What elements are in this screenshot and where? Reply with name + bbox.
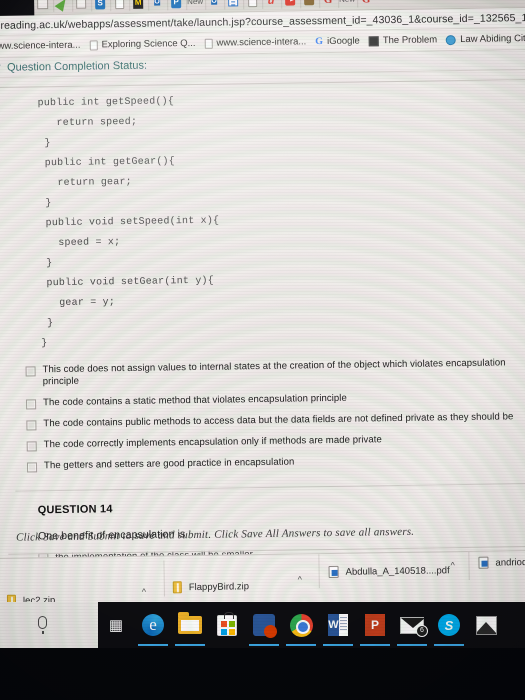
answer-option-3[interactable]: The code contains public methods to acce…	[26, 411, 525, 431]
bookmark-label: www.science-intera...	[216, 36, 307, 49]
taskbar-icons: ▦ 6	[104, 602, 498, 648]
answer-options-list: This code does not assign values to inte…	[0, 357, 525, 473]
answer-option-label: The code correctly implements encapsulat…	[43, 434, 382, 451]
answer-option-label: The getters and setters are good practic…	[43, 456, 295, 472]
answer-option-label: The code contains a static method that v…	[42, 392, 347, 409]
java-code-text: public int getSpeed(){ return speed; } p…	[37, 96, 220, 350]
cortana-mic-icon[interactable]	[38, 616, 47, 634]
pdf-icon	[328, 565, 339, 579]
new-label-2[interactable]: New	[337, 0, 356, 8]
download-filename: andriod	[495, 556, 525, 569]
mail-badge: 6	[416, 624, 428, 637]
green-pen-icon[interactable]	[53, 0, 71, 12]
answer-option-2[interactable]: The code contains a static method that v…	[26, 390, 525, 410]
blue-lines-icon[interactable]	[224, 0, 242, 10]
bookmark-science-intera-1[interactable]: www.science-intera...	[0, 40, 81, 52]
bookmark-exploring-science[interactable]: Exploring Science Q...	[89, 37, 196, 51]
download-separator	[318, 554, 320, 589]
globe-icon	[446, 34, 457, 45]
answer-option-5[interactable]: The getters and setters are good practic…	[26, 453, 525, 473]
assessment-page: ▼ Question Completion Status: public int…	[0, 49, 525, 614]
download-item-flappybird[interactable]: FlappyBird.zip	[172, 580, 250, 594]
monitor-screen: S M O P New O u G New G b.reading.ac.uk/…	[0, 0, 525, 634]
u-letter-icon[interactable]: u	[262, 0, 280, 9]
black-yellow-icon[interactable]: M	[129, 0, 147, 11]
google-g-icon[interactable]: G	[319, 0, 337, 8]
download-filename: FlappyBird.zip	[188, 580, 250, 593]
brown-icon[interactable]	[300, 0, 318, 8]
bookmark-label: iGoogle	[326, 35, 360, 48]
google-icon: G	[315, 36, 324, 48]
checkbox-icon[interactable]	[26, 441, 37, 452]
paypal-icon[interactable]: P	[167, 0, 185, 10]
bookmark-the-problem[interactable]: The Problem	[368, 34, 438, 47]
bookmark-label: Law Abiding Citizen...	[460, 32, 525, 46]
answer-option-1[interactable]: This code does not assign values to inte…	[25, 357, 525, 389]
page-icon[interactable]	[110, 0, 128, 11]
checkbox-icon[interactable]	[26, 462, 38, 473]
page-icon	[204, 38, 213, 49]
youtube-icon[interactable]	[281, 0, 299, 9]
page-icon	[89, 39, 98, 51]
question-divider	[15, 482, 525, 492]
photos-icon[interactable]	[474, 613, 498, 637]
zip-icon	[172, 581, 182, 594]
blank-square-2-icon[interactable]	[72, 0, 90, 12]
mail-icon[interactable]: 6	[397, 613, 428, 646]
word-icon[interactable]	[323, 613, 353, 646]
pdf-icon	[478, 556, 489, 569]
question-completion-status-label: Question Completion Status:	[6, 59, 148, 74]
question-14-title: QUESTION 14	[37, 503, 113, 517]
download-separator	[163, 560, 165, 597]
download-item-andriod[interactable]: andriod	[478, 556, 525, 569]
bookmark-label: Exploring Science Q...	[101, 37, 196, 51]
dark-square-icon	[368, 35, 379, 46]
start-search-area[interactable]	[0, 602, 98, 648]
skype-s-icon[interactable]: S	[91, 0, 109, 11]
checkbox-icon[interactable]	[26, 399, 37, 410]
chevron-down-icon[interactable]: ▼	[0, 64, 2, 71]
outlook-icon[interactable]: O	[148, 0, 166, 11]
question-code-block: public int getSpeed(){ return speed; } p…	[0, 78, 525, 361]
outlook-2-icon[interactable]: O	[205, 0, 223, 10]
document-icon[interactable]	[243, 0, 261, 9]
answer-option-label: The code contains public methods to acce…	[43, 411, 514, 430]
photographed-screen: S M O P New O u G New G b.reading.ac.uk/…	[0, 0, 525, 700]
powerpoint-icon[interactable]	[360, 613, 390, 646]
microsoft-store-icon[interactable]	[215, 611, 239, 637]
bookmark-science-intera-2[interactable]: www.science-intera...	[204, 36, 306, 49]
chrome-icon[interactable]	[286, 613, 316, 646]
file-explorer-icon[interactable]	[175, 612, 205, 646]
answer-option-4[interactable]: The code correctly implements encapsulat…	[26, 432, 525, 452]
download-menu-caret-3[interactable]: ^	[450, 560, 454, 570]
download-filename: Abdulla_A_140518....pdf	[345, 564, 450, 578]
download-separator	[468, 551, 470, 580]
bookmark-label: The Problem	[382, 34, 438, 47]
edge-icon[interactable]	[138, 613, 168, 646]
answer-option-label: This code does not assign values to inte…	[42, 357, 506, 388]
google-g-2-icon[interactable]: G	[356, 0, 375, 8]
skype-icon[interactable]	[434, 613, 464, 646]
blank-square-icon[interactable]	[34, 0, 51, 12]
bookmark-law-abiding-citizen[interactable]: Law Abiding Citizen...	[446, 33, 525, 46]
checkbox-icon[interactable]	[26, 420, 37, 431]
bookmark-igoogle[interactable]: G iGoogle	[315, 36, 360, 48]
new-label-1[interactable]: New	[186, 0, 204, 10]
download-menu-caret-2[interactable]: ^	[298, 574, 302, 584]
screen-bezel-corner	[0, 0, 35, 16]
office-icon[interactable]	[249, 613, 279, 646]
windows-taskbar[interactable]: ▦ 6	[0, 602, 525, 648]
checkbox-icon[interactable]	[25, 366, 36, 377]
download-menu-caret-1[interactable]: ^	[142, 587, 146, 597]
download-item-abdulla-pdf[interactable]: Abdulla_A_140518....pdf	[328, 564, 450, 579]
bookmark-label: www.science-intera...	[0, 39, 81, 52]
task-view-icon[interactable]: ▦	[104, 613, 128, 637]
